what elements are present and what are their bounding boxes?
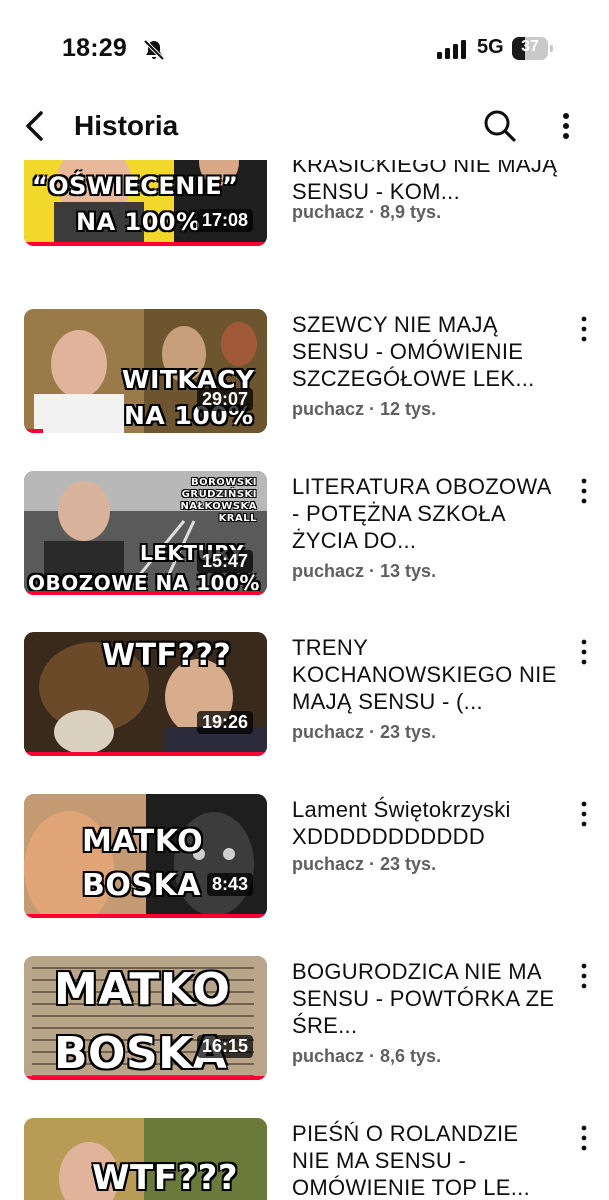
thumbnail-text-line2: BOSKA bbox=[82, 868, 201, 903]
video-duration: 17:08 bbox=[196, 209, 253, 232]
video-thumbnail[interactable]: MATKO BOSKA 16:15 bbox=[24, 956, 267, 1080]
video-title[interactable]: LITERATURA OBOZOWA - POTĘŻNA SZKOŁA ŻYCI… bbox=[292, 473, 562, 554]
video-title[interactable]: BOGURODZICA NIE MA SENSU - POWTÓRKA ZE Ś… bbox=[292, 958, 562, 1039]
video-thumbnail[interactable]: WTF??? 19:26 bbox=[24, 632, 267, 756]
video-meta: puchacz · 12 tys. bbox=[292, 399, 437, 419]
back-arrow-icon[interactable] bbox=[18, 108, 54, 144]
more-vertical-icon[interactable] bbox=[576, 962, 592, 990]
more-vertical-icon[interactable] bbox=[576, 1124, 592, 1152]
video-duration: 19:26 bbox=[196, 711, 253, 734]
thumbnail-text-line1: “OŚWIECENIE” bbox=[32, 172, 239, 200]
video-duration: 8:43 bbox=[206, 873, 253, 896]
channel-name: puchacz bbox=[292, 854, 365, 874]
battery-level: 37 bbox=[521, 38, 539, 55]
video-thumbnail[interactable]: MATKO BOSKA 8:43 bbox=[24, 794, 267, 918]
video-meta: puchacz · 23 tys. bbox=[292, 722, 437, 742]
video-thumbnail[interactable]: WTF??? bbox=[24, 1118, 267, 1200]
watch-progress-bar bbox=[24, 242, 267, 246]
list-item[interactable]: BOROWSKI GRUDZIŃSKI NAŁKOWSKA KRALL LEKT… bbox=[0, 471, 609, 611]
video-thumbnail[interactable]: BOROWSKI GRUDZIŃSKI NAŁKOWSKA KRALL LEKT… bbox=[24, 471, 267, 595]
channel-name: puchacz bbox=[292, 722, 365, 742]
video-duration: 15:47 bbox=[196, 550, 253, 573]
view-count: 8,9 tys. bbox=[380, 202, 442, 222]
view-count: 8,6 tys. bbox=[380, 1046, 442, 1066]
status-time: 18:29 bbox=[62, 34, 127, 62]
list-item[interactable]: MATKO BOSKA 16:15 BOGURODZICA NIE MA SEN… bbox=[0, 956, 609, 1096]
video-meta: puchacz · 23 tys. bbox=[292, 854, 437, 874]
video-thumbnail[interactable]: WITKACY NA 100% 29:07 bbox=[24, 309, 267, 433]
video-duration: 16:15 bbox=[196, 1035, 253, 1058]
list-item[interactable]: WTF??? PIEŚŃ O ROLANDZIE NIE MA SENSU - … bbox=[0, 1118, 609, 1200]
list-item[interactable]: “OŚWIECENIE” NA 100% 17:08 BAJKI I SATYR… bbox=[0, 160, 609, 262]
video-title[interactable]: TRENY KOCHANOWSKIEGO NIE MAJĄ SENSU - (.… bbox=[292, 634, 562, 715]
app-header: Historia bbox=[0, 96, 609, 160]
video-thumbnail[interactable]: “OŚWIECENIE” NA 100% 17:08 bbox=[24, 160, 267, 246]
video-title[interactable]: PIEŚŃ O ROLANDZIE NIE MA SENSU - OMÓWIEN… bbox=[292, 1120, 562, 1200]
search-icon[interactable] bbox=[482, 108, 518, 144]
video-meta: puchacz · 8,6 tys. bbox=[292, 1046, 442, 1066]
thumbnail-author-names: BOROWSKI GRUDZIŃSKI NAŁKOWSKA KRALL bbox=[180, 477, 257, 525]
video-title[interactable]: BAJKI I SATYRY KRASICKIEGO NIE MAJĄ SENS… bbox=[292, 160, 562, 205]
video-duration: 29:07 bbox=[196, 388, 253, 411]
watch-progress-bar bbox=[24, 429, 44, 433]
view-count: 12 tys. bbox=[380, 399, 437, 419]
thumbnail-name: NAŁKOWSKA bbox=[180, 501, 257, 512]
list-item[interactable]: MATKO BOSKA 8:43 Lament Świętokrzyski XD… bbox=[0, 794, 609, 934]
battery-icon: 37 bbox=[512, 37, 554, 60]
thumbnail-text-line1: MATKO bbox=[82, 824, 204, 859]
thumbnail-text-line1: WTF??? bbox=[92, 1158, 239, 1198]
thumbnail-name: KRALL bbox=[218, 513, 257, 524]
video-title[interactable]: SZEWCY NIE MAJĄ SENSU - OMÓWIENIE SZCZEG… bbox=[292, 311, 562, 392]
more-vertical-icon[interactable] bbox=[552, 108, 580, 144]
channel-name: puchacz bbox=[292, 1046, 365, 1066]
more-vertical-icon[interactable] bbox=[576, 477, 592, 505]
view-count: 23 tys. bbox=[380, 722, 437, 742]
view-count: 23 tys. bbox=[380, 854, 437, 874]
channel-name: puchacz bbox=[292, 399, 365, 419]
channel-name: puchacz bbox=[292, 202, 365, 222]
video-meta: puchacz · 8,9 tys. bbox=[292, 202, 442, 222]
more-vertical-icon[interactable] bbox=[576, 800, 592, 828]
more-vertical-icon[interactable] bbox=[576, 315, 592, 343]
video-title[interactable]: Lament Świętokrzyski XDDDDDDDDDDD bbox=[292, 796, 562, 850]
watch-progress-bar bbox=[24, 1076, 267, 1080]
status-bar: 18:29 5G 37 bbox=[0, 0, 609, 96]
history-list: “OŚWIECENIE” NA 100% 17:08 BAJKI I SATYR… bbox=[0, 160, 609, 1200]
view-count: 13 tys. bbox=[380, 561, 437, 581]
video-meta: puchacz · 13 tys. bbox=[292, 561, 437, 581]
thumbnail-text-line1: MATKO bbox=[54, 964, 231, 1015]
bell-off-icon bbox=[143, 39, 165, 61]
signal-icon bbox=[437, 40, 466, 59]
page-title: Historia bbox=[74, 110, 179, 141]
list-item[interactable]: WITKACY NA 100% 29:07 SZEWCY NIE MAJĄ SE… bbox=[0, 309, 609, 449]
watch-progress-bar bbox=[24, 752, 267, 756]
thumbnail-name: BOROWSKI bbox=[190, 477, 257, 488]
thumbnail-text-line2: NA 100% bbox=[76, 208, 201, 236]
network-type: 5G bbox=[477, 36, 504, 58]
thumbnail-name: GRUDZIŃSKI bbox=[181, 489, 257, 500]
list-item[interactable]: WTF??? 19:26 TRENY KOCHANOWSKIEGO NIE MA… bbox=[0, 632, 609, 772]
channel-name: puchacz bbox=[292, 561, 365, 581]
more-vertical-icon[interactable] bbox=[576, 638, 592, 666]
watch-progress-bar bbox=[24, 591, 267, 595]
watch-progress-bar bbox=[24, 914, 267, 918]
thumbnail-text-line1: WTF??? bbox=[102, 638, 232, 673]
